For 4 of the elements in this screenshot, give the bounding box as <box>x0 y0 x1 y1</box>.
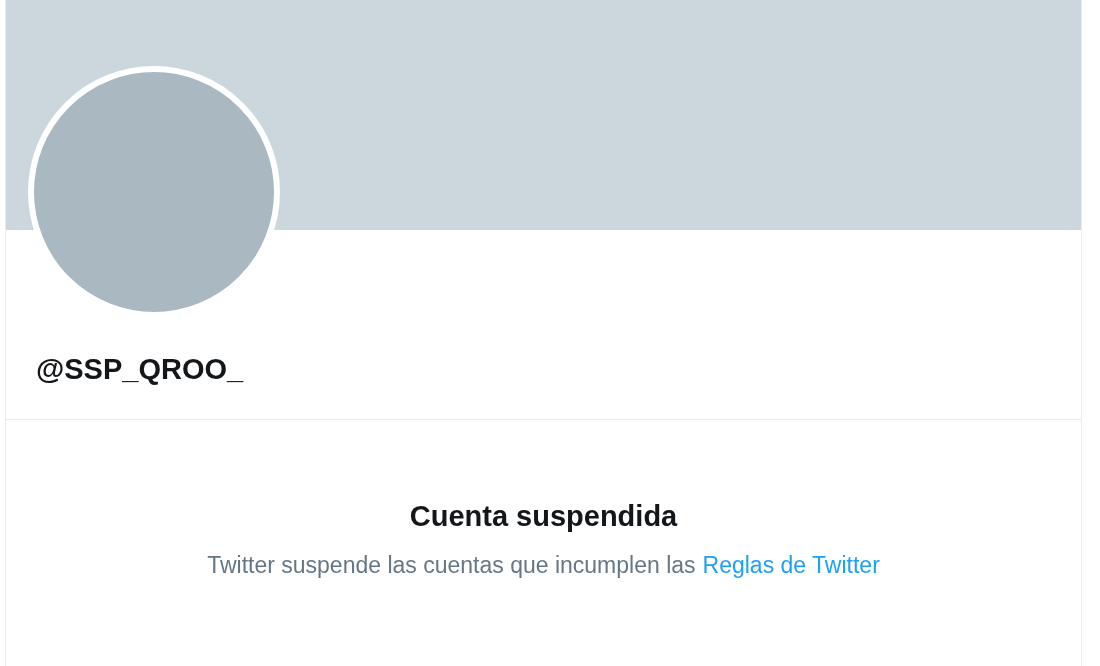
profile-handle: @SSP_QROO_ <box>36 352 245 386</box>
notice-text: Twitter suspende las cuentas que incumplen las <box>207 551 696 580</box>
rules-link[interactable]: Reglas de Twitter <box>702 550 880 580</box>
notice-title: Cuenta suspendida <box>409 499 678 534</box>
